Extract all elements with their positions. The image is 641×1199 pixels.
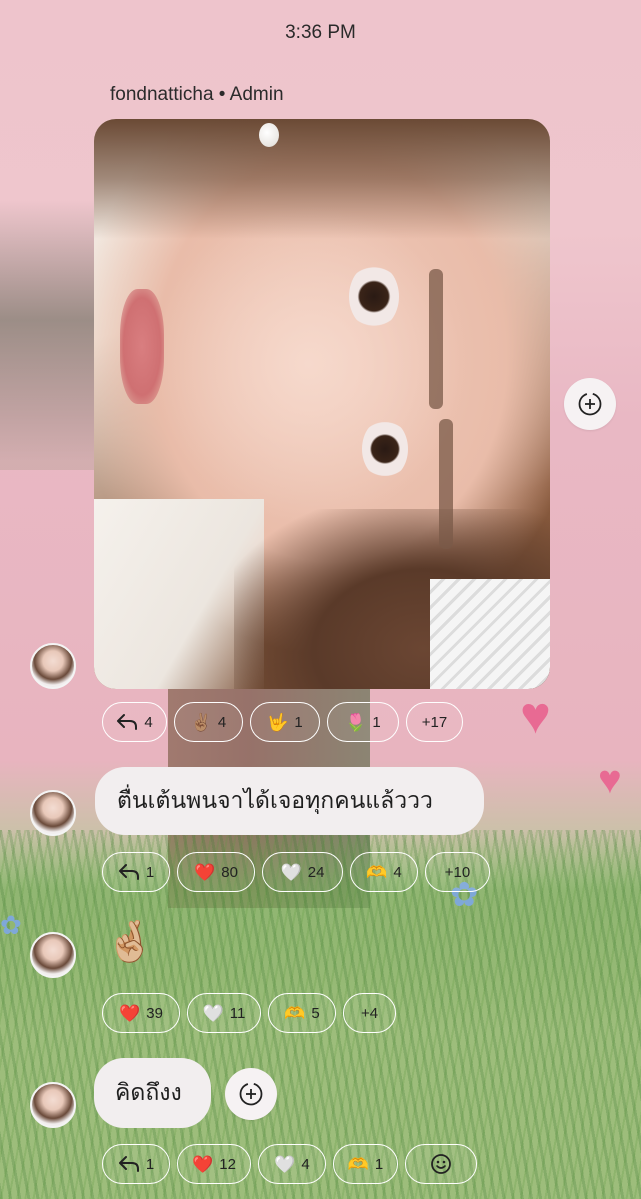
heart-decoration-icon: ♥	[520, 687, 551, 745]
rock-on-hand-icon: 🤟	[267, 712, 289, 732]
reaction-count: 1	[145, 1155, 155, 1173]
reaction-count: 4	[301, 1155, 310, 1173]
add-reaction-button[interactable]	[564, 378, 616, 430]
flower-decoration-icon: ✿	[0, 910, 22, 940]
reaction-count: 4	[144, 713, 153, 731]
add-reaction-icon	[578, 392, 602, 416]
reaction-count: 12	[219, 1155, 236, 1173]
more-reactions-pill[interactable]: +4	[343, 993, 396, 1033]
avatar[interactable]	[30, 790, 76, 836]
heart-decoration-icon: ♥	[598, 758, 622, 802]
tulip-icon: 🌷	[345, 712, 367, 732]
background-scenery	[0, 200, 95, 470]
add-reaction-icon	[239, 1082, 263, 1106]
more-reactions-pill[interactable]: +17	[406, 702, 463, 742]
reaction-pill-red-heart[interactable]: ❤️ 80	[177, 852, 255, 892]
reaction-pill-victory-hand[interactable]: ✌🏽 4	[174, 702, 243, 742]
reaction-count: +4	[360, 1004, 379, 1022]
heart-hands-icon: 🫶	[347, 1154, 369, 1174]
reaction-pill-white-heart[interactable]: 🤍 24	[262, 852, 343, 892]
reaction-pill-heart-hands[interactable]: 🫶 4	[350, 852, 418, 892]
photo-message[interactable]	[94, 119, 550, 689]
reaction-count: 1	[372, 713, 381, 731]
message-sender-label: fondnatticha • Admin	[110, 84, 284, 105]
reaction-count: 80	[221, 863, 238, 881]
message-bubble[interactable]: คิดถึงง	[94, 1058, 211, 1128]
reaction-pill-rock-on[interactable]: 🤟 1	[250, 702, 320, 742]
reaction-count: 1	[374, 1155, 384, 1173]
reaction-pill-red-heart[interactable]: ❤️ 39	[102, 993, 180, 1033]
reaction-count: 1	[145, 863, 155, 881]
reply-count-pill[interactable]: 1	[102, 1144, 170, 1184]
more-reactions-pill[interactable]: +10	[425, 852, 490, 892]
reaction-pill-white-heart[interactable]: 🤍 4	[258, 1144, 326, 1184]
crossed-fingers-icon[interactable]: 🤞🏼	[105, 922, 155, 962]
reaction-count: 4	[393, 863, 402, 881]
message-reactions-row: ❤️ 39 🤍 11 🫶 5 +4	[102, 993, 396, 1033]
red-heart-icon: ❤️	[119, 1003, 141, 1023]
reaction-count: +17	[421, 713, 448, 731]
reaction-pill-white-heart[interactable]: 🤍 11	[187, 993, 261, 1033]
avatar[interactable]	[30, 643, 76, 689]
reaction-pill-tulip[interactable]: 🌷 1	[327, 702, 399, 742]
message-text: คิดถึงง	[115, 1079, 182, 1105]
heart-hands-icon: 🫶	[366, 862, 388, 882]
reaction-count: 1	[294, 713, 303, 731]
status-bar-time: 3:36 PM	[285, 22, 356, 43]
message-text: ตื่นเต้นพนจาได้เจอทุกคนแล้ววว	[117, 787, 433, 813]
add-reaction-pill[interactable]	[405, 1144, 477, 1184]
red-heart-icon: ❤️	[192, 1154, 214, 1174]
reaction-pill-heart-hands[interactable]: 🫶 1	[333, 1144, 398, 1184]
reaction-count: 39	[146, 1004, 163, 1022]
white-heart-icon: 🤍	[280, 862, 302, 882]
reaction-count: 4	[217, 713, 227, 731]
reply-icon	[117, 714, 138, 730]
white-heart-icon: 🤍	[202, 1003, 224, 1023]
reaction-count: 5	[311, 1004, 320, 1022]
add-reaction-icon	[431, 1154, 451, 1174]
reaction-count: 24	[307, 863, 325, 881]
reply-count-pill[interactable]: 4	[102, 702, 167, 742]
red-heart-icon: ❤️	[194, 862, 216, 882]
message-bubble[interactable]: ตื่นเต้นพนจาได้เจอทุกคนแล้ววว	[95, 767, 484, 835]
avatar[interactable]	[30, 932, 76, 978]
white-heart-icon: 🤍	[274, 1154, 296, 1174]
reaction-pill-heart-hands[interactable]: 🫶 5	[268, 993, 336, 1033]
add-reaction-button[interactable]	[225, 1068, 277, 1120]
reaction-pill-red-heart[interactable]: ❤️ 12	[177, 1144, 251, 1184]
heart-hands-icon: 🫶	[284, 1003, 306, 1023]
reaction-count: +10	[444, 863, 471, 881]
earring	[259, 123, 279, 147]
reply-icon	[118, 1156, 139, 1172]
message-reactions-row: 1 ❤️ 80 🤍 24 🫶 4 +10	[102, 852, 490, 892]
avatar[interactable]	[30, 1082, 76, 1128]
reply-count-pill[interactable]: 1	[102, 852, 170, 892]
message-reactions-row: 1 ❤️ 12 🤍 4 🫶 1	[102, 1144, 477, 1184]
victory-hand-icon: ✌🏽	[190, 712, 212, 732]
reply-icon	[118, 864, 139, 880]
reaction-count: 11	[229, 1004, 246, 1022]
photo-reactions-row: 4 ✌🏽 4 🤟 1 🌷 1 +17	[102, 702, 463, 742]
